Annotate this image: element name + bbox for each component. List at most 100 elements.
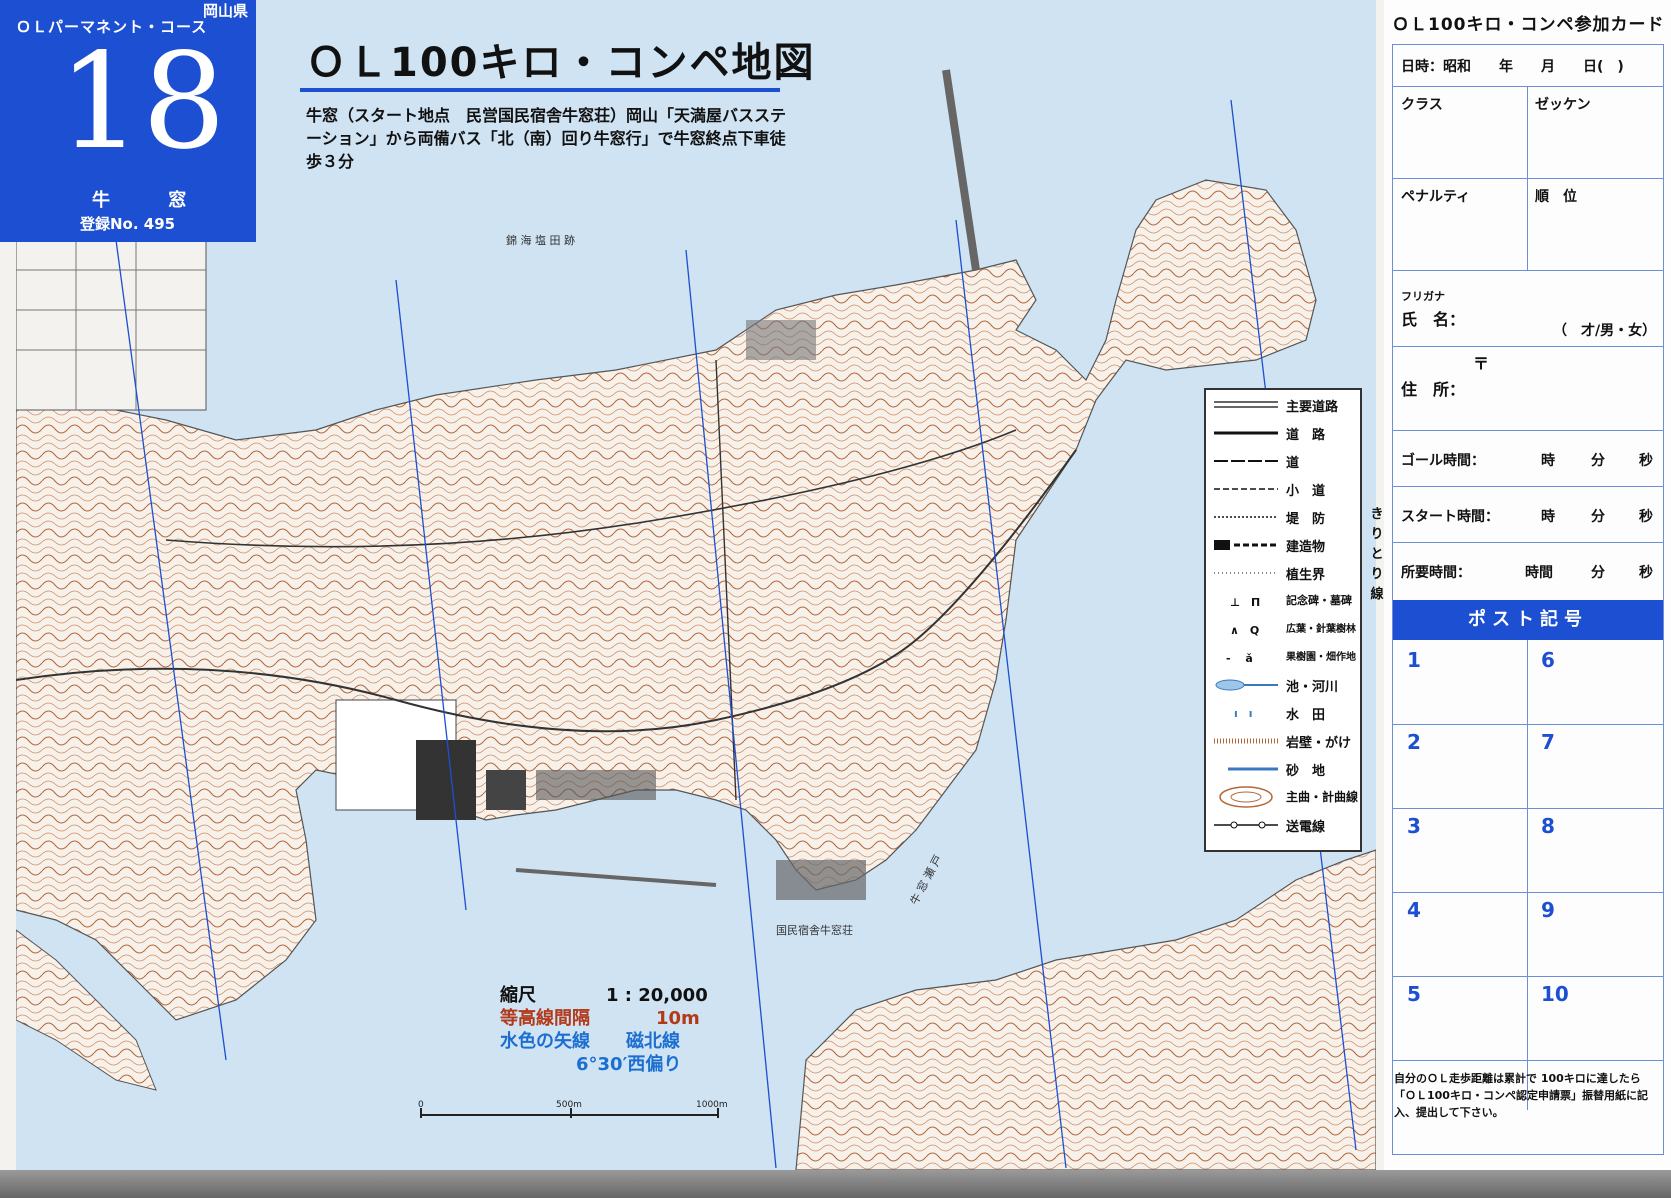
scale-row: 縮尺 1 : 20,000 xyxy=(500,984,708,1007)
date-field[interactable]: 日時：昭和 年 月 日( ) xyxy=(1401,56,1624,76)
legend-item: ∧ Q 広葉・針葉樹林 xyxy=(1212,616,1356,642)
card-note: 自分のＯＬ走歩距離は累計で 100キロに達したら「ＯＬ100キロ・コンペ認定申請… xyxy=(1394,1072,1648,1119)
north-label: 磁北線 xyxy=(626,1031,680,1052)
scale-label: 縮尺 xyxy=(500,985,536,1006)
map-label-saltfield: 錦 海 塩 田 跡 xyxy=(506,234,575,247)
legend-label: 建造物 xyxy=(1286,540,1326,555)
age-sex-field[interactable]: （ 才/男・女） xyxy=(1553,320,1656,340)
start-hour[interactable]: 時 xyxy=(1541,506,1555,526)
divider xyxy=(1527,640,1528,1110)
goal-minute[interactable]: 分 xyxy=(1591,450,1605,470)
legend-label: 果樹園・畑作地 xyxy=(1286,652,1356,663)
legend-label: 水 田 xyxy=(1286,708,1326,723)
thick-line-icon xyxy=(1214,431,1278,435)
divider xyxy=(1393,808,1663,809)
furigana-label: フリガナ xyxy=(1401,290,1445,303)
contour-symbol-icon xyxy=(1219,786,1273,808)
elapsed-minute[interactable]: 分 xyxy=(1591,562,1605,582)
post-box-7[interactable]: 7 xyxy=(1541,730,1555,754)
prefecture: 岡山県 xyxy=(202,2,248,20)
goal-hour[interactable]: 時 xyxy=(1541,450,1555,470)
post-box-10[interactable]: 10 xyxy=(1541,982,1569,1006)
address-field[interactable]: 住 所： xyxy=(1401,376,1465,400)
dashed-line-icon xyxy=(1214,488,1278,490)
penalty-field[interactable]: ペナルティ xyxy=(1401,186,1470,206)
arrow-label: 水色の矢線 xyxy=(500,1031,590,1052)
post-header: ポスト記号 xyxy=(1393,600,1663,640)
declination-row: 6°30′西偏り xyxy=(500,1053,708,1076)
legend-label: 植生界 xyxy=(1286,568,1326,583)
divider xyxy=(1393,892,1663,893)
legend-item: 岩壁・がけ xyxy=(1212,728,1356,754)
legend-item: 主要道路 xyxy=(1212,392,1356,418)
bib-field[interactable]: ゼッケン xyxy=(1535,94,1591,114)
post-box-4[interactable]: 4 xyxy=(1407,898,1421,922)
post-box-9[interactable]: 9 xyxy=(1541,898,1555,922)
legend-item: 送電線 xyxy=(1212,812,1356,838)
post-box-3[interactable]: 3 xyxy=(1407,814,1421,838)
scale-bar-label-1000: 1000m xyxy=(696,1100,728,1110)
legend-item: ⊥ Π 記念碑・墓碑 xyxy=(1212,588,1356,614)
course-header: 岡山県 ＯＬパーマネント・コース 18 牛 窓 登録No. 495 xyxy=(0,0,256,242)
legend-label: 砂 地 xyxy=(1286,764,1326,779)
legend-item: 道 xyxy=(1212,448,1356,474)
divider xyxy=(1393,430,1663,431)
orchard-symbol-icon: - ǎ xyxy=(1226,652,1253,665)
map-legend: 主要道路 道 路 道 小 道 堤 防 建造物 植生界 ⊥ Π 記念碑・墓碑 ∧ … xyxy=(1204,388,1362,852)
land-main xyxy=(16,179,1317,1021)
legend-label: 小 道 xyxy=(1286,484,1326,499)
legend-item: - ǎ 果樹園・畑作地 xyxy=(1212,644,1356,670)
divider xyxy=(1393,976,1663,977)
contour-value: 10m xyxy=(656,1008,700,1029)
goal-second[interactable]: 秒 xyxy=(1639,450,1653,470)
goal-time-label: ゴール時間： xyxy=(1401,453,1485,469)
contour-row: 等高線間隔 10m xyxy=(500,1007,708,1030)
svg-text:⊥ Π: ⊥ Π xyxy=(1230,596,1260,609)
legend-item: ı ı 水 田 xyxy=(1212,700,1356,726)
access-description: 牛窓（スタート地点 民営国民宿舎牛窓荘）岡山「天満屋バスステーション」から両備バ… xyxy=(306,106,787,171)
svg-text:ı ı: ı ı xyxy=(1234,707,1253,720)
legend-item: 植生界 xyxy=(1212,560,1356,586)
place-name: 牛 窓 xyxy=(92,190,213,211)
post-box-5[interactable]: 5 xyxy=(1407,982,1421,1006)
svg-text:∧ Q: ∧ Q xyxy=(1230,624,1259,637)
water-symbol-icon xyxy=(1215,679,1278,691)
post-box-6[interactable]: 6 xyxy=(1541,648,1555,672)
elapsed-second[interactable]: 秒 xyxy=(1639,562,1653,582)
map-title: ＯＬ100キロ・コンペ地図 xyxy=(306,40,816,86)
elapsed-hours[interactable]: 時間 xyxy=(1525,562,1553,582)
start-second[interactable]: 秒 xyxy=(1639,506,1653,526)
legend-item: 砂 地 xyxy=(1212,756,1356,782)
double-line-icon xyxy=(1214,401,1278,408)
rank-field[interactable]: 順 位 xyxy=(1535,186,1577,206)
divider xyxy=(1393,724,1663,725)
post-box-8[interactable]: 8 xyxy=(1541,814,1555,838)
scale-bar-label-500: 500m xyxy=(556,1100,582,1110)
post-box-1[interactable]: 1 xyxy=(1407,648,1421,672)
legend-label: 堤 防 xyxy=(1286,512,1326,527)
divider xyxy=(1393,178,1663,179)
paddy-symbol-icon: ı ı xyxy=(1234,707,1253,720)
start-time-label: スタート時間： xyxy=(1401,509,1499,525)
participation-card: ＯＬ100キロ・コンペ参加カード 日時：昭和 年 月 日( ) クラス ゼッケン… xyxy=(1384,0,1671,1170)
legend-label: 記念碑・墓碑 xyxy=(1286,594,1352,607)
card-title: ＯＬ100キロ・コンペ参加カード xyxy=(1392,15,1665,35)
title-underline xyxy=(300,88,780,92)
divider xyxy=(1393,86,1663,87)
legend-label: 道 路 xyxy=(1286,428,1326,443)
north-row: 水色の矢線 磁北線 xyxy=(500,1030,708,1053)
start-minute[interactable]: 分 xyxy=(1591,506,1605,526)
cut-line-label: きりとり線 xyxy=(1370,507,1384,602)
land-south xyxy=(795,849,1376,1170)
course-number: 18 xyxy=(58,25,226,179)
legend-label: 広葉・針葉樹林 xyxy=(1286,624,1356,635)
class-field[interactable]: クラス xyxy=(1401,94,1443,114)
post-box-2[interactable]: 2 xyxy=(1407,730,1421,754)
divider xyxy=(1393,346,1663,347)
building-symbol-icon xyxy=(1214,540,1278,550)
svg-text:- ǎ: - ǎ xyxy=(1226,652,1253,665)
legend-label: 道 xyxy=(1286,456,1300,471)
scale-bar-label-0: 0 xyxy=(418,1100,424,1110)
postal-mark: 〒 xyxy=(1473,354,1490,373)
name-field[interactable]: 氏 名： xyxy=(1401,306,1465,330)
